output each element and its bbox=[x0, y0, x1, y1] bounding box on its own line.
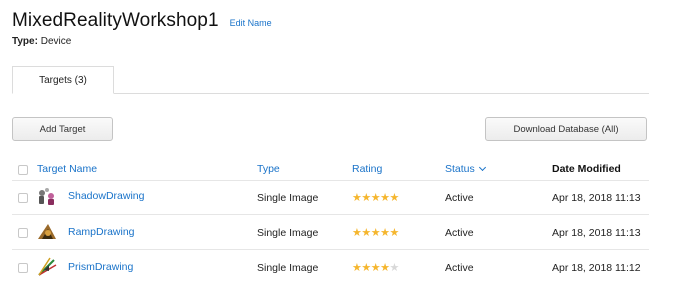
target-date-modified: Apr 18, 2018 11:13 bbox=[552, 192, 641, 204]
title-row: MixedRealityWorkshop1 Edit Name bbox=[12, 10, 272, 32]
star-filled-icon: ★ bbox=[361, 227, 371, 239]
target-type: Single Image bbox=[257, 262, 319, 274]
row-divider bbox=[12, 249, 649, 250]
star-filled-icon: ★ bbox=[389, 192, 400, 204]
rating-stars: ★★★★★ bbox=[352, 261, 399, 274]
star-empty-icon: ★ bbox=[389, 262, 400, 274]
star-filled-icon: ★ bbox=[370, 227, 381, 239]
row-checkbox[interactable] bbox=[18, 193, 28, 203]
target-type: Single Image bbox=[257, 227, 319, 239]
edit-name-link[interactable]: Edit Name bbox=[230, 18, 272, 28]
target-date-modified: Apr 18, 2018 11:12 bbox=[552, 262, 641, 274]
target-name-link[interactable]: PrismDrawing bbox=[68, 261, 133, 273]
select-all-checkbox[interactable] bbox=[18, 165, 28, 175]
type-label: Type: bbox=[12, 36, 38, 47]
star-filled-icon: ★ bbox=[361, 192, 371, 204]
header-divider bbox=[12, 180, 649, 181]
star-filled-icon: ★ bbox=[370, 192, 381, 204]
row-checkbox[interactable] bbox=[18, 263, 28, 273]
star-filled-icon: ★ bbox=[380, 262, 390, 274]
database-title: MixedRealityWorkshop1 bbox=[12, 10, 219, 31]
target-type: Single Image bbox=[257, 192, 319, 204]
rating-stars: ★★★★★ bbox=[352, 191, 399, 204]
star-filled-icon: ★ bbox=[370, 262, 381, 274]
star-filled-icon: ★ bbox=[352, 227, 362, 239]
database-type: Type: Device bbox=[12, 36, 71, 47]
column-header-rating[interactable]: Rating bbox=[352, 163, 382, 175]
column-header-type[interactable]: Type bbox=[257, 163, 280, 175]
target-date-modified: Apr 18, 2018 11:13 bbox=[552, 227, 641, 239]
target-status: Active bbox=[445, 192, 474, 204]
column-header-date-modified[interactable]: Date Modified bbox=[552, 163, 621, 175]
star-filled-icon: ★ bbox=[352, 192, 362, 204]
chevron-down-icon bbox=[478, 163, 486, 172]
star-filled-icon: ★ bbox=[352, 262, 362, 274]
download-database-button[interactable]: Download Database (All) bbox=[485, 117, 647, 141]
tab-bar: Targets (3) bbox=[12, 66, 649, 94]
row-checkbox[interactable] bbox=[18, 228, 28, 238]
column-header-target-name[interactable]: Target Name bbox=[37, 163, 97, 175]
add-target-button[interactable]: Add Target bbox=[12, 117, 113, 141]
target-status: Active bbox=[445, 262, 474, 274]
row-divider bbox=[12, 214, 649, 215]
ramp-drawing-thumbnail-icon bbox=[38, 224, 56, 239]
column-header-status[interactable]: Status bbox=[445, 163, 486, 175]
type-value: Device bbox=[40, 36, 72, 47]
target-status: Active bbox=[445, 227, 474, 239]
star-filled-icon: ★ bbox=[389, 227, 400, 239]
target-name-link[interactable]: RampDrawing bbox=[68, 226, 135, 238]
shadow-drawing-thumbnail-icon bbox=[39, 188, 54, 205]
star-filled-icon: ★ bbox=[380, 227, 390, 239]
prism-drawing-thumbnail-icon bbox=[38, 257, 57, 276]
rating-stars: ★★★★★ bbox=[352, 226, 399, 239]
tab-targets[interactable]: Targets (3) bbox=[12, 66, 114, 94]
star-filled-icon: ★ bbox=[361, 262, 371, 274]
status-header-label: Status bbox=[445, 163, 475, 175]
target-name-link[interactable]: ShadowDrawing bbox=[68, 190, 144, 202]
star-filled-icon: ★ bbox=[380, 192, 390, 204]
